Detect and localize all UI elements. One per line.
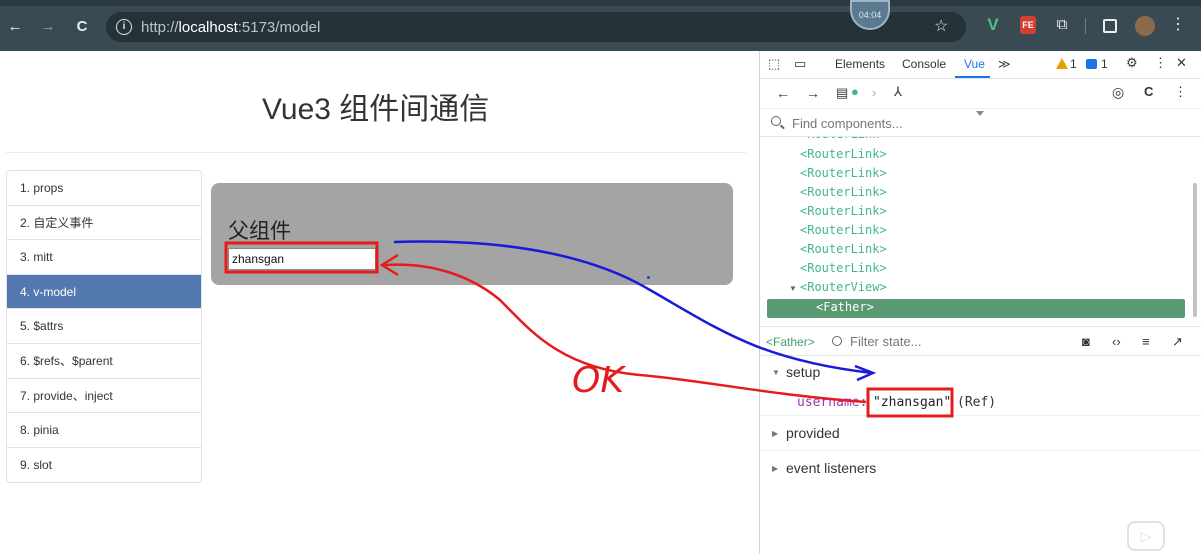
tree-row-routerlink[interactable]: <RouterLink> [800, 137, 887, 146]
tree-row-routerlink[interactable]: <RouterLink> [800, 223, 887, 242]
tab-strip [0, 0, 1201, 6]
devtools-tab-bar: ⬚ ▭ Elements Console Vue ≫ 1 1 ⚙ ⋮ ✕ [760, 51, 1201, 79]
title-divider [6, 152, 746, 153]
tree-row-routerlink[interactable]: <RouterLink> [800, 204, 887, 223]
inspect-element-icon[interactable]: ⬚ [768, 56, 780, 72]
reload-button[interactable]: C [72, 17, 92, 37]
refresh-icon[interactable]: C [1144, 84, 1153, 99]
tree-row-routerlink[interactable]: <RouterLink> [800, 261, 887, 280]
ok-annotation-text: OK [572, 360, 626, 401]
vue-devtools-extension-icon[interactable]: V [985, 16, 1001, 34]
nav-item-provide-inject[interactable]: 7. provide、inject [7, 379, 201, 414]
vue-devtools-toolbar: ← → ▤ ● › ⅄ ◎ C ⋮ [760, 79, 1201, 109]
tab-console[interactable]: Console [902, 57, 946, 71]
annotation-dot [647, 276, 650, 279]
message-icon[interactable] [1086, 59, 1097, 69]
nav-item-mitt[interactable]: 3. mitt [7, 240, 201, 275]
event-listeners-section: ▶ event listeners [760, 451, 1201, 486]
tree-scrollbar[interactable] [1193, 183, 1197, 317]
close-devtools-icon[interactable]: ✕ [1176, 55, 1187, 71]
setup-caret-icon[interactable]: ▼ [772, 368, 780, 377]
username-input[interactable] [228, 248, 376, 270]
fe-helper-extension-icon[interactable]: FE [1020, 16, 1036, 34]
profile-avatar[interactable] [1135, 16, 1155, 36]
url-text: http://localhost:5173/model [141, 19, 321, 36]
site-info-icon[interactable]: i [116, 19, 132, 35]
vue-status-icon: ● [851, 84, 859, 99]
nav-item-props[interactable]: 1. props [7, 171, 201, 206]
toolbar-divider [1085, 18, 1086, 34]
state-value-username[interactable]: "zhansgan" [873, 395, 951, 410]
warning-icon[interactable] [1056, 58, 1068, 69]
forward-button[interactable]: → [38, 17, 58, 37]
nav-item-slot[interactable]: 9. slot [7, 448, 201, 483]
tree-row-routerlink[interactable]: <RouterLink> [800, 147, 887, 166]
tab-vue[interactable]: Vue [964, 57, 985, 71]
page-title: Vue3 组件间通信 [262, 93, 490, 126]
selected-component-name: <Father> [766, 335, 815, 349]
browser-menu-icon[interactable]: ⋮ [1170, 16, 1186, 34]
filter-state-input[interactable]: Filter state... [850, 334, 922, 349]
target-select-icon[interactable]: ◎ [1112, 84, 1124, 101]
component-search-bar[interactable]: Find components... [760, 109, 1201, 137]
state-type-ref: (Ref) [957, 395, 997, 410]
forward-arrow-icon[interactable]: → [806, 85, 820, 101]
warning-count: 1 [1070, 57, 1077, 71]
setup-label[interactable]: setup [786, 364, 820, 380]
nav-item-refs-parent[interactable]: 6. $refs、$parent [7, 344, 201, 379]
open-in-editor-icon[interactable]: ↗ [1172, 334, 1183, 350]
bookmark-star-icon[interactable]: ☆ [934, 16, 948, 36]
state-key-username: username: [797, 395, 868, 410]
father-component-card: 父组件 [211, 183, 733, 285]
component-tree-icon[interactable]: ⅄ [894, 84, 902, 100]
component-inspector-icon[interactable]: ▤ [836, 85, 848, 101]
show-code-icon[interactable]: ‹› [1112, 334, 1121, 349]
nav-item-custom-event[interactable]: 2. 自定义事件 [7, 206, 201, 241]
side-panel-icon[interactable] [1103, 19, 1117, 33]
component-tree: <RouterLink> <RouterLink> <RouterLink> <… [760, 137, 1201, 321]
tree-row-routerlink[interactable]: <RouterLink> [800, 242, 887, 261]
vue-menu-icon[interactable]: ⋮ [1174, 84, 1187, 100]
video-watermark-icon: ▷ [1127, 521, 1165, 551]
tree-row-routerview[interactable]: <RouterView> [800, 280, 887, 299]
back-arrow-icon[interactable]: ← [776, 85, 790, 101]
component-search-input[interactable]: Find components... [792, 116, 903, 131]
more-tabs-button[interactable]: ≫ [998, 57, 1011, 71]
provided-section: ▶ provided [760, 416, 1201, 451]
scroll-to-component-icon[interactable]: ◙ [1082, 334, 1090, 349]
tree-row-routerlink[interactable]: <RouterLink> [800, 166, 887, 185]
nav-list: 1. props 2. 自定义事件 3. mitt 4. v-model 5. … [6, 170, 202, 484]
provided-caret-icon[interactable]: ▶ [772, 429, 778, 438]
nav-item-attrs[interactable]: 5. $attrs [7, 309, 201, 344]
devtools-menu-icon[interactable]: ⋮ [1154, 55, 1167, 71]
filter-search-icon [832, 336, 842, 346]
nav-item-v-model[interactable]: 4. v-model [7, 274, 201, 310]
provided-label[interactable]: provided [786, 425, 840, 441]
listeners-caret-icon[interactable]: ▶ [772, 464, 778, 473]
browser-toolbar: ← → C i http://localhost:5173/model 04:0… [0, 0, 1201, 51]
nav-item-pinia[interactable]: 8. pinia [7, 413, 201, 448]
tree-expand-caret-icon[interactable]: ▼ [789, 284, 797, 293]
tree-row-father[interactable]: <Father> [816, 300, 874, 314]
chevron-right-icon: › [872, 85, 877, 100]
settings-gear-icon[interactable]: ⚙ [1126, 55, 1138, 71]
extensions-puzzle-icon[interactable]: ⧉ [1053, 16, 1071, 34]
father-title: 父组件 [228, 220, 291, 243]
listeners-label[interactable]: event listeners [786, 460, 876, 476]
active-tab-underline [955, 76, 990, 78]
back-button[interactable]: ← [5, 17, 25, 37]
resize-handle-icon [976, 111, 984, 116]
inspect-dom-icon[interactable]: ≡ [1142, 334, 1150, 349]
address-bar[interactable]: i http://localhost:5173/model [106, 12, 966, 42]
message-count: 1 [1101, 57, 1108, 71]
tree-row-routerlink[interactable]: <RouterLink> [800, 185, 887, 204]
devtools-panel: ⬚ ▭ Elements Console Vue ≫ 1 1 ⚙ ⋮ ✕ ← →… [759, 51, 1201, 554]
device-toolbar-icon[interactable]: ▭ [794, 56, 806, 72]
state-toolbar: <Father> Filter state... ◙ ‹› ≡ ↗ [760, 326, 1201, 356]
tab-elements[interactable]: Elements [835, 57, 885, 71]
search-icon [771, 116, 781, 126]
